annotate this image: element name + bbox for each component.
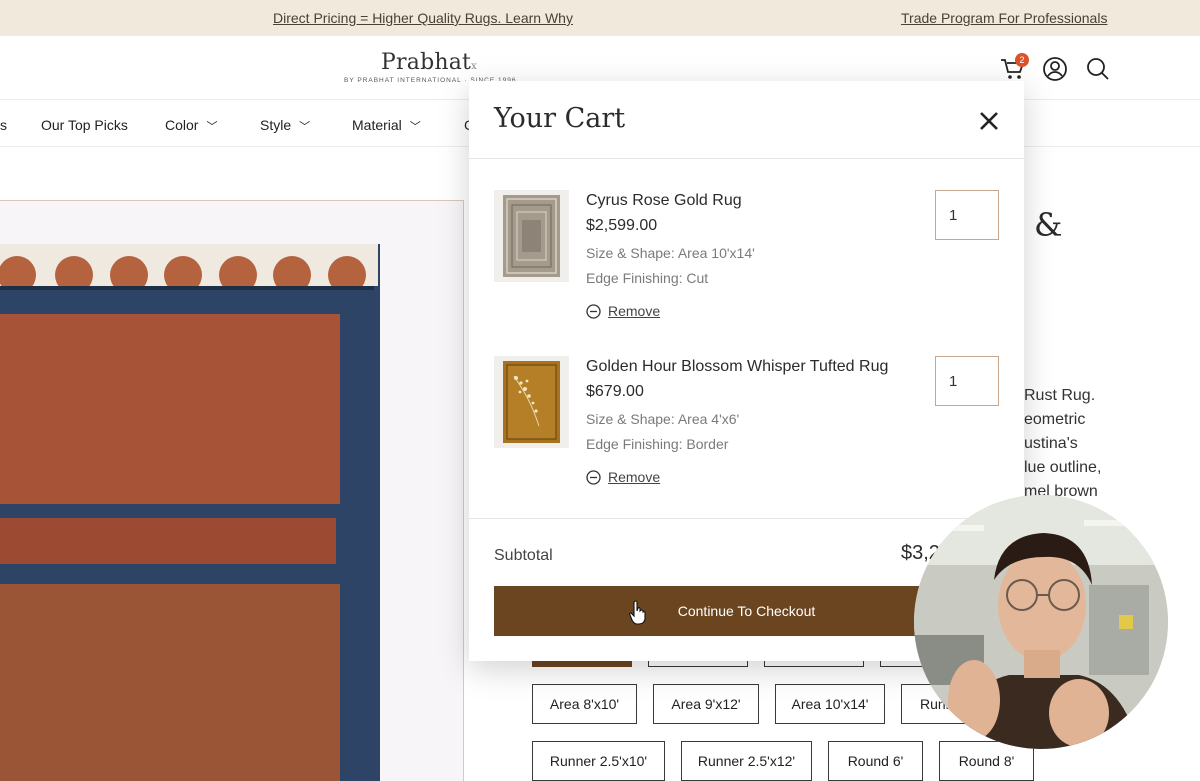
cart-item-price: $679.00: [586, 383, 644, 400]
nav-item-top-picks[interactable]: Our Top Picks: [41, 117, 128, 133]
size-option-runner-2-5x12[interactable]: Runner 2.5'x12': [681, 741, 812, 781]
cart-item-size: Size & Shape: Area 4'x6': [586, 411, 740, 427]
nav-item-color[interactable]: Color ﹀: [165, 117, 217, 134]
nav-item-material[interactable]: Material ﹀: [352, 117, 421, 134]
subtotal-label: Subtotal: [494, 547, 553, 564]
size-option-area-9x12[interactable]: Area 9'x12': [653, 684, 759, 724]
remove-button[interactable]: Remove: [586, 303, 660, 319]
cart-item-thumbnail[interactable]: [494, 356, 569, 448]
rug-rust-panel: [0, 314, 340, 504]
search-icon[interactable]: [1085, 56, 1111, 82]
rug-border-pattern: [0, 244, 378, 286]
cart-item-edge: Edge Finishing: Border: [586, 436, 729, 452]
chevron-left-icon[interactable]: ‹: [0, 54, 1, 77]
nav-item-style[interactable]: Style ﹀: [260, 117, 310, 134]
logo[interactable]: Prabhatx BY PRABHAT INTERNATIONAL · SINC…: [344, 50, 515, 84]
size-option-area-10x14[interactable]: Area 10'x14': [775, 684, 885, 724]
rug-rust-panel-lower: [0, 584, 340, 781]
cart-item-name[interactable]: Cyrus Rose Gold Rug: [586, 192, 742, 210]
size-option-runner-2-5x10[interactable]: Runner 2.5'x10': [532, 741, 665, 781]
product-description: Rust Rug. eometric ustina's lue outline,…: [1024, 387, 1102, 500]
chevron-down-icon: ﹀: [409, 121, 421, 133]
cart-item: Cyrus Rose Gold Rug $2,599.00 Size & Sha…: [494, 190, 999, 340]
quantity-input[interactable]: [935, 190, 999, 240]
product-gallery[interactable]: [0, 200, 464, 781]
hand-cursor-icon: [629, 600, 646, 625]
minus-circle-icon: [586, 469, 601, 485]
logo-wordmark: Prabhat: [381, 50, 472, 75]
remove-button[interactable]: Remove: [586, 469, 660, 485]
size-option-round-6[interactable]: Round 6': [828, 741, 923, 781]
cart-item-name[interactable]: Golden Hour Blossom Whisper Tufted Rug: [586, 358, 888, 376]
rug-rust-stripe: [0, 518, 336, 564]
announcement-bar: Direct Pricing = Higher Quality Rugs. Le…: [0, 0, 1200, 36]
cart-item: Golden Hour Blossom Whisper Tufted Rug $…: [494, 356, 999, 506]
close-icon[interactable]: [977, 109, 1001, 133]
cart-count-badge: 2: [1015, 53, 1029, 67]
direct-pricing-link[interactable]: Direct Pricing = Higher Quality Rugs. Le…: [273, 10, 573, 26]
cart-item-thumbnail[interactable]: [494, 190, 569, 282]
rug-image: [0, 244, 380, 781]
account-icon[interactable]: [1042, 56, 1068, 82]
trade-program-link[interactable]: Trade Program For Professionals: [901, 10, 1107, 26]
cart-title: Your Cart: [494, 103, 626, 134]
remove-label: Remove: [608, 469, 661, 485]
quantity-input[interactable]: [935, 356, 999, 406]
size-option-area-8x10[interactable]: Area 8'x10': [532, 684, 637, 724]
cart-item-price: $2,599.00: [586, 217, 658, 234]
cart-item-size: Size & Shape: Area 10'x14': [586, 245, 755, 261]
remove-label: Remove: [608, 303, 661, 319]
nav-item-partial[interactable]: s: [0, 117, 7, 133]
cart-item-edge: Edge Finishing: Cut: [586, 270, 709, 286]
product-title-fragment: &: [1034, 206, 1063, 244]
chevron-down-icon: ﹀: [299, 121, 311, 133]
chevron-down-icon: ﹀: [206, 121, 218, 133]
minus-circle-icon: [586, 303, 601, 319]
webcam-overlay: [914, 495, 1168, 749]
cart-header: Your Cart: [469, 81, 1024, 159]
